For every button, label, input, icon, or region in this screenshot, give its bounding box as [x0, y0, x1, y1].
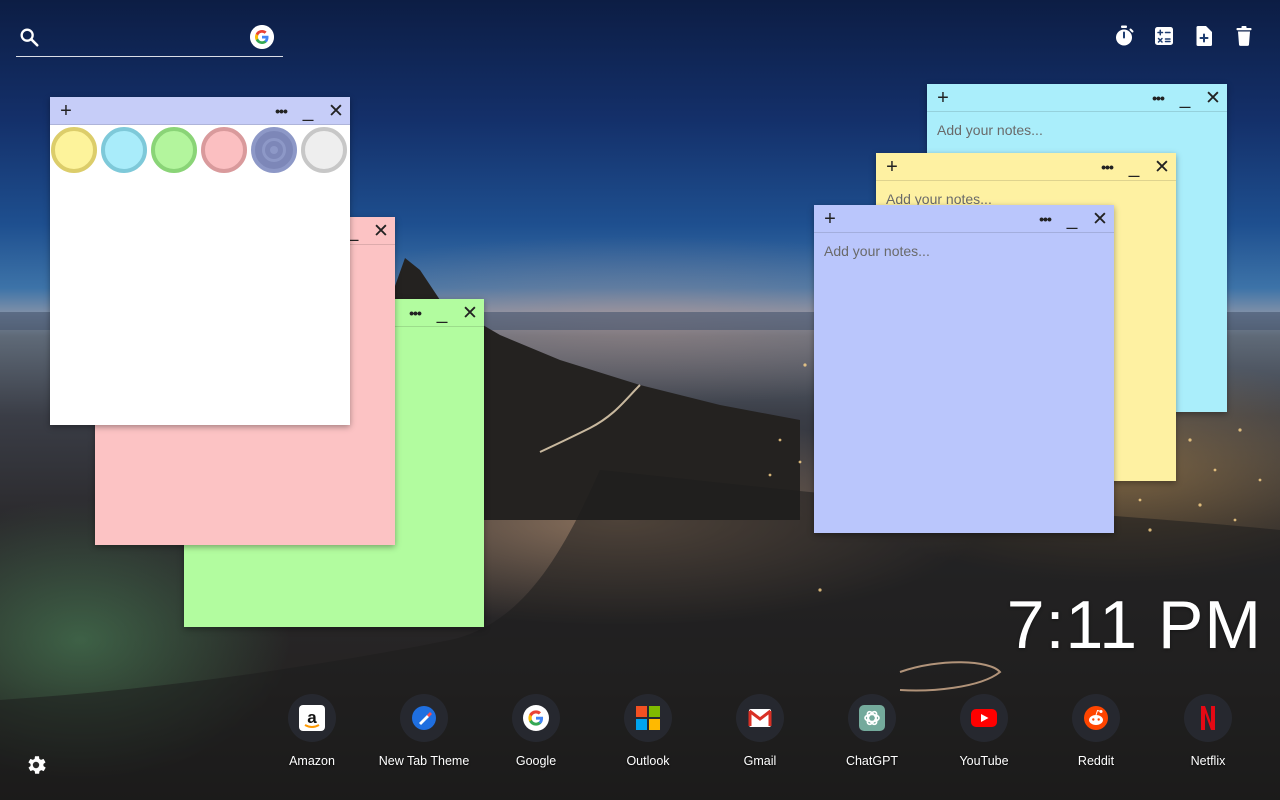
new-tab-page: { "search": { "placeholder": "", "provid…	[0, 0, 1280, 800]
more-options-button[interactable]: •••	[270, 97, 292, 125]
note-header: + ••• _ ✕	[927, 84, 1227, 112]
outlook-icon	[624, 694, 672, 742]
close-button[interactable]: ✕	[1089, 205, 1111, 233]
color-swatch-blue[interactable]	[251, 127, 297, 173]
shortcut-chatgpt[interactable]: ChatGPT	[822, 694, 922, 768]
new-tab-theme-icon	[400, 694, 448, 742]
calculator-icon[interactable]	[1152, 24, 1176, 48]
shortcut-new-tab-theme[interactable]: New Tab Theme	[374, 694, 474, 768]
clock-time: 7:11 PM	[1006, 587, 1262, 663]
add-note-button[interactable]: +	[55, 97, 77, 125]
google-icon[interactable]	[250, 25, 274, 49]
shortcut-reddit[interactable]: Reddit	[1046, 694, 1146, 768]
close-button[interactable]: ✕	[1151, 153, 1173, 181]
minimize-button[interactable]: _	[297, 97, 319, 125]
color-swatch-yellow[interactable]	[51, 127, 97, 173]
note-header: + ••• _ ✕	[50, 97, 350, 125]
minimize-button[interactable]: _	[1174, 84, 1196, 112]
reddit-icon	[1072, 694, 1120, 742]
add-note-icon[interactable]	[1192, 24, 1216, 48]
sticky-note-blue[interactable]: + ••• _ ✕ Add your notes...	[814, 205, 1114, 533]
gear-icon[interactable]	[24, 753, 48, 777]
shortcut-label: Gmail	[743, 754, 777, 768]
more-options-button[interactable]: •••	[1096, 153, 1118, 181]
shortcut-outlook[interactable]: Outlook	[598, 694, 698, 768]
more-options-button[interactable]: •••	[1034, 205, 1056, 233]
close-button[interactable]: ✕	[459, 299, 481, 327]
add-note-button[interactable]: +	[881, 153, 903, 181]
shortcut-label: Google	[515, 754, 557, 768]
shortcut-label: YouTube	[959, 754, 1009, 768]
timer-icon[interactable]	[1112, 24, 1136, 48]
top-toolbar	[1112, 24, 1256, 48]
search-bar	[16, 24, 283, 57]
color-swatch-green[interactable]	[151, 127, 197, 173]
shortcut-youtube[interactable]: YouTube	[934, 694, 1034, 768]
note-header: + ••• _ ✕	[814, 205, 1114, 233]
amazon-icon: a	[288, 694, 336, 742]
color-palette	[50, 125, 350, 175]
shortcut-amazon[interactable]: a Amazon	[262, 694, 362, 768]
close-button[interactable]: ✕	[1202, 84, 1224, 112]
shortcut-label: ChatGPT	[845, 754, 899, 768]
search-input[interactable]	[52, 26, 242, 50]
search-icon[interactable]	[18, 26, 40, 48]
note-placeholder[interactable]: Add your notes...	[937, 122, 1217, 138]
more-options-button[interactable]: •••	[1147, 84, 1169, 112]
note-placeholder[interactable]: Add your notes...	[824, 243, 1104, 259]
selected-indicator	[262, 138, 286, 162]
gmail-icon	[736, 694, 784, 742]
selected-dot	[270, 146, 278, 154]
color-swatch-gray[interactable]	[301, 127, 347, 173]
minimize-button[interactable]: _	[1061, 205, 1083, 233]
shortcut-label: Amazon	[289, 754, 335, 768]
close-button[interactable]: ✕	[325, 97, 347, 125]
note-header: + ••• _ ✕	[876, 153, 1176, 181]
shortcut-label: Reddit	[1077, 754, 1115, 768]
shortcut-label: Netflix	[1190, 754, 1226, 768]
color-swatch-cyan[interactable]	[101, 127, 147, 173]
google-icon	[512, 694, 560, 742]
chatgpt-icon	[848, 694, 896, 742]
svg-text:a: a	[307, 708, 317, 727]
add-note-button[interactable]: +	[932, 84, 954, 112]
more-options-button[interactable]: •••	[404, 299, 426, 327]
sticky-note-white[interactable]: + ••• _ ✕	[50, 97, 350, 425]
add-note-button[interactable]: +	[819, 205, 841, 233]
shortcut-label: Outlook	[626, 754, 670, 768]
shortcut-netflix[interactable]: Netflix	[1158, 694, 1258, 768]
youtube-icon	[960, 694, 1008, 742]
close-button[interactable]: ✕	[370, 217, 392, 245]
minimize-button[interactable]: _	[431, 299, 453, 327]
shortcut-google[interactable]: Google	[486, 694, 586, 768]
shortcut-label: New Tab Theme	[378, 754, 470, 768]
shortcut-gmail[interactable]: Gmail	[710, 694, 810, 768]
netflix-icon	[1184, 694, 1232, 742]
color-swatch-pink[interactable]	[201, 127, 247, 173]
minimize-button[interactable]: _	[1123, 153, 1145, 181]
trash-icon[interactable]	[1232, 24, 1256, 48]
